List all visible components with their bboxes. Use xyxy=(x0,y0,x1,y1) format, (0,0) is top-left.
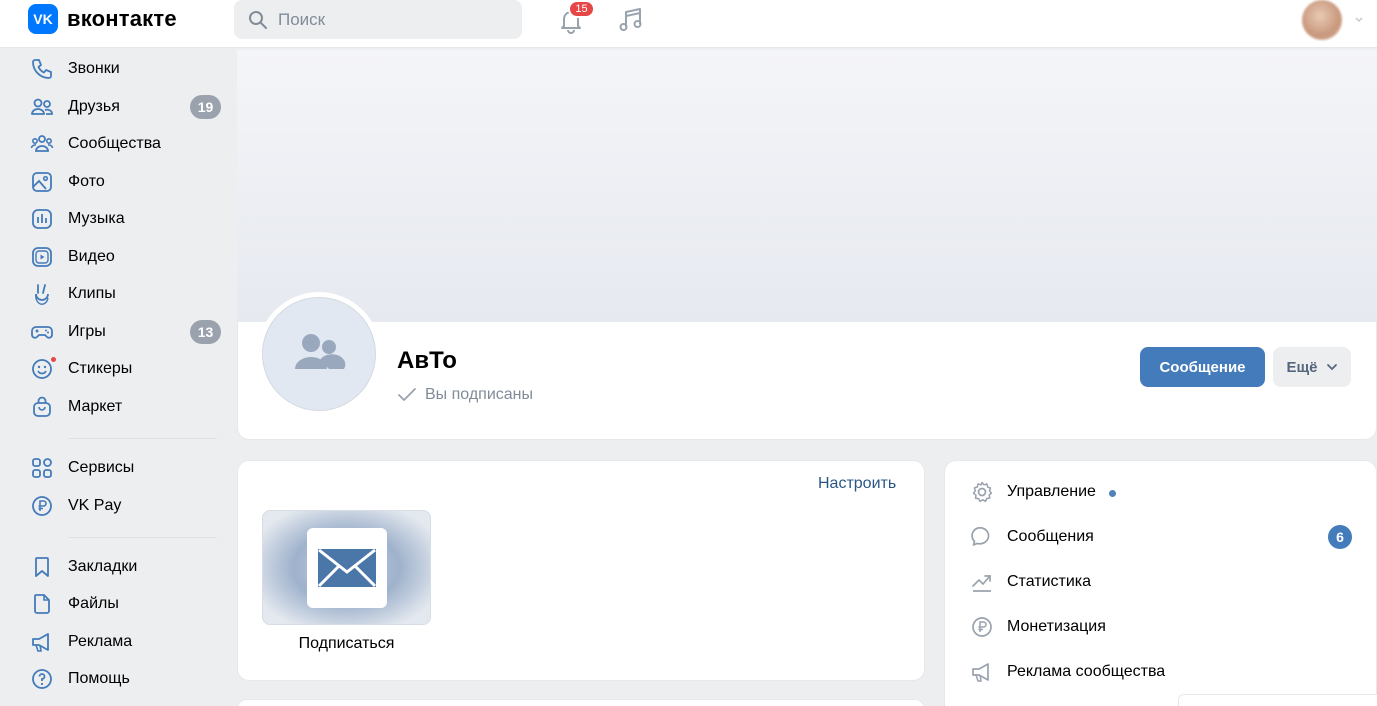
new-stickers-dot xyxy=(50,356,57,363)
subscription-status-label: Вы подписаны xyxy=(425,386,533,403)
manage-item-monetization[interactable]: Монетизация xyxy=(970,612,1360,642)
sidebar-item-label: Помощь xyxy=(68,670,130,687)
manage-item-management[interactable]: Управление xyxy=(970,477,1360,507)
ruble-icon xyxy=(32,496,52,516)
sidebar-item-label: Клипы xyxy=(68,285,116,302)
megaphone-icon xyxy=(972,663,989,682)
friends-icon xyxy=(31,98,53,115)
vk-logo-text: вконтакте xyxy=(67,6,177,31)
bag-icon xyxy=(33,396,51,417)
chevron-down-icon[interactable] xyxy=(1354,14,1364,24)
more-button-label: Ещё xyxy=(1286,358,1318,376)
sidebar-item-label: VK Pay xyxy=(68,497,122,514)
unread-dot xyxy=(1109,490,1116,497)
vk-logo-mark: VK xyxy=(28,4,58,34)
sidebar-item-label: Друзья xyxy=(68,98,120,115)
manage-item-label: Сообщения xyxy=(1007,528,1094,545)
sidebar-item-label: Сервисы xyxy=(68,459,135,476)
group-avatar-placeholder xyxy=(262,297,376,411)
subscription-status[interactable]: Вы подписаны xyxy=(397,386,533,404)
gamepad-icon xyxy=(31,326,53,339)
sidebar-item-calls[interactable]: Звонки xyxy=(20,51,230,87)
sidebar-item-friends[interactable]: Друзья 19 xyxy=(20,89,230,125)
photo-icon xyxy=(32,172,52,192)
megaphone-icon xyxy=(32,633,49,652)
next-content-card xyxy=(237,699,925,706)
chevron-down-icon xyxy=(1326,364,1337,371)
send-message-button[interactable]: Сообщение xyxy=(1140,347,1265,387)
clips-icon xyxy=(35,284,49,305)
sidebar-item-stickers[interactable]: Стикеры xyxy=(20,351,230,387)
sidebar-item-photo[interactable]: Фото xyxy=(20,164,230,200)
configure-link[interactable]: Настроить xyxy=(818,475,896,493)
grid-icon xyxy=(32,458,52,478)
sidebar-item-label: Файлы xyxy=(68,595,119,612)
sidebar-item-help[interactable]: Помощь xyxy=(20,661,230,697)
sidebar-item-label: Звонки xyxy=(68,60,120,77)
check-icon xyxy=(398,388,416,401)
phone-icon xyxy=(32,59,52,79)
sidebar-divider xyxy=(68,537,217,538)
group-avatar[interactable] xyxy=(257,292,381,416)
sidebar-item-label: Стикеры xyxy=(68,360,133,377)
stats-icon xyxy=(972,575,991,592)
sidebar-item-files[interactable]: Файлы xyxy=(20,586,230,622)
sidebar-item-label: Фото xyxy=(68,173,105,190)
sidebar-item-ads[interactable]: Реклама xyxy=(20,624,230,660)
more-button[interactable]: Ещё xyxy=(1273,347,1351,387)
subscribe-widget-label[interactable]: Подписаться xyxy=(262,635,431,653)
manage-item-label: Статистика xyxy=(1007,573,1092,590)
manage-item-statistics[interactable]: Статистика xyxy=(970,567,1360,597)
sidebar-item-label: Маркет xyxy=(68,398,123,415)
search-input[interactable]: Поиск xyxy=(234,0,522,39)
manage-item-messages[interactable]: Сообщения 6 xyxy=(970,522,1360,552)
games-count-badge: 13 xyxy=(190,320,221,344)
sidebar-item-vkpay[interactable]: VK Pay xyxy=(20,488,230,524)
group-cover xyxy=(237,50,1377,322)
notifications-badge: 15 xyxy=(568,0,595,18)
communities-icon xyxy=(30,135,54,152)
sidebar-item-label: Видео xyxy=(68,248,115,265)
sidebar-item-label: Сообщества xyxy=(68,135,161,152)
overlay-panel-edge xyxy=(1178,694,1377,706)
music-icon[interactable] xyxy=(616,5,646,35)
sidebar-item-label: Реклама xyxy=(68,633,133,650)
community-icon xyxy=(295,334,346,369)
page-title: АвТо xyxy=(397,347,457,374)
vk-logo[interactable]: VK вконтакте xyxy=(28,4,177,34)
bookmark-icon xyxy=(35,557,49,577)
search-placeholder: Поиск xyxy=(278,9,326,29)
subscribe-widget-tile[interactable] xyxy=(262,510,431,625)
sidebar-item-clips[interactable]: Клипы xyxy=(20,276,230,312)
sidebar-item-communities[interactable]: Сообщества xyxy=(20,126,230,162)
sidebar-item-label: Музыка xyxy=(68,210,125,227)
sidebar-divider xyxy=(68,438,217,439)
chat-bubble-icon xyxy=(971,526,990,546)
envelope-icon xyxy=(317,548,376,587)
top-header: VK вконтакте Поиск 15 xyxy=(0,0,1377,48)
sidebar-item-market[interactable]: Маркет xyxy=(20,389,230,425)
user-avatar[interactable] xyxy=(1302,0,1342,40)
manage-item-label: Реклама сообщества xyxy=(1007,663,1166,680)
sidebar-item-bookmarks[interactable]: Закладки xyxy=(20,549,230,585)
search-icon xyxy=(249,10,267,29)
messages-count-badge: 6 xyxy=(1328,525,1352,549)
friends-count-badge: 19 xyxy=(190,95,221,119)
sidebar-item-games[interactable]: Игры 13 xyxy=(20,314,230,350)
sidebar-item-label: Игры xyxy=(68,323,106,340)
gear-icon xyxy=(972,481,993,503)
sidebar-item-music[interactable]: Музыка xyxy=(20,201,230,237)
sidebar-item-label: Закладки xyxy=(68,558,138,575)
video-icon xyxy=(32,247,52,267)
file-icon xyxy=(34,594,50,614)
manage-item-community-ads[interactable]: Реклама сообщества xyxy=(970,657,1360,687)
ruble-icon xyxy=(972,617,992,637)
sidebar-item-video[interactable]: Видео xyxy=(20,239,230,275)
mail-tile-box xyxy=(306,527,387,608)
manage-item-label: Монетизация xyxy=(1007,618,1106,635)
help-icon xyxy=(32,669,52,689)
manage-item-label: Управление xyxy=(1007,483,1096,500)
sidebar-item-services[interactable]: Сервисы xyxy=(20,450,230,486)
music-icon xyxy=(32,209,52,229)
